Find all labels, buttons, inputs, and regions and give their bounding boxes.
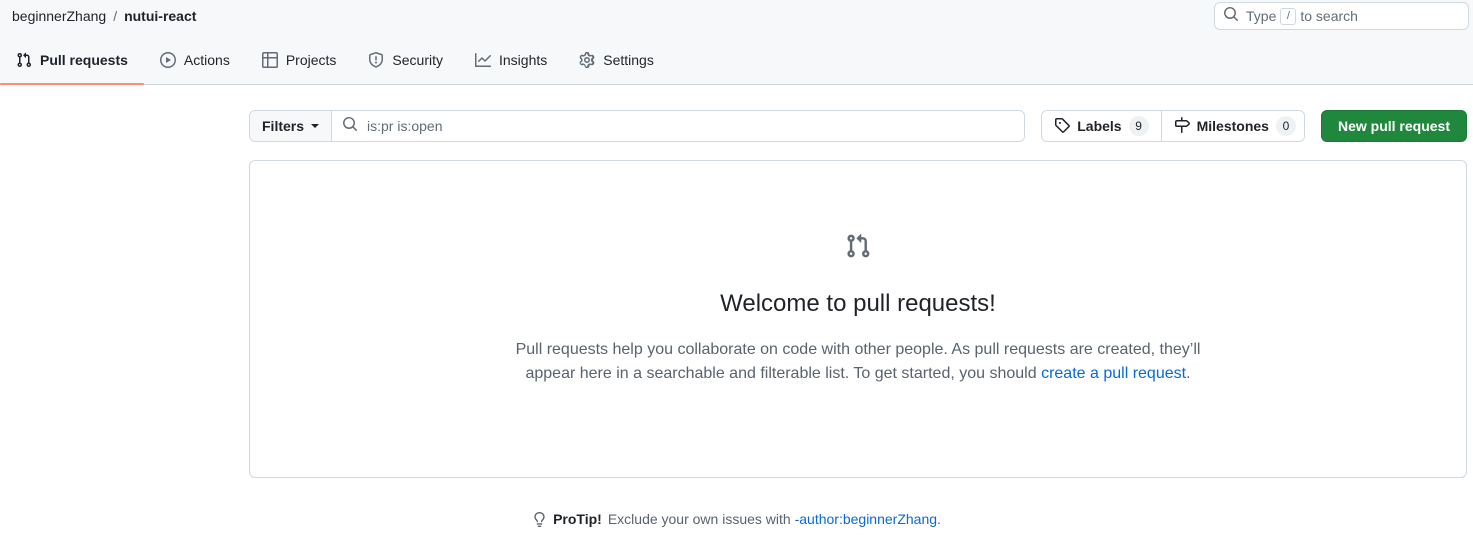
- tab-projects[interactable]: Projects: [246, 44, 353, 76]
- graph-icon: [475, 52, 491, 68]
- new-pull-request-label: New pull request: [1337, 118, 1450, 134]
- labels-label: Labels: [1077, 118, 1122, 134]
- shield-icon: [368, 52, 384, 68]
- protip: ProTip! Exclude your own issues with -au…: [0, 511, 1473, 527]
- tab-label-pull-requests: Pull requests: [40, 52, 128, 68]
- filters-label: Filters: [262, 118, 305, 134]
- empty-state-body-period: .: [1186, 365, 1191, 382]
- protip-text: Exclude your own issues with -author:beg…: [608, 511, 941, 527]
- tab-security[interactable]: Security: [352, 44, 459, 76]
- search-placeholder-prefix: Type: [1246, 8, 1277, 24]
- tab-insights[interactable]: Insights: [459, 44, 563, 76]
- chevron-down-icon: [311, 124, 320, 128]
- milestones-label: Milestones: [1196, 118, 1269, 134]
- table-icon: [261, 52, 278, 68]
- repo-header: beginnerZhang / nutui-react Type / to se…: [0, 0, 1473, 85]
- search-placeholder-suffix: to search: [1300, 8, 1358, 24]
- issue-search-input[interactable]: is:pr is:open: [332, 111, 1025, 141]
- repo-nav: Pull requests Actions Projects Security …: [0, 44, 670, 85]
- tab-label-actions: Actions: [183, 52, 230, 68]
- lightbulb-icon: [532, 511, 547, 527]
- breadcrumb-owner[interactable]: beginnerZhang: [12, 5, 106, 27]
- tab-label-settings: Settings: [603, 52, 654, 68]
- milestone-icon: [1174, 116, 1190, 136]
- git-pull-request-icon: [16, 52, 32, 68]
- tab-settings[interactable]: Settings: [563, 44, 670, 76]
- protip-label: ProTip!: [553, 511, 602, 527]
- milestones-button[interactable]: Milestones 0: [1160, 111, 1304, 141]
- breadcrumb-separator: /: [113, 8, 118, 24]
- tab-actions[interactable]: Actions: [144, 44, 246, 76]
- tab-pull-requests[interactable]: Pull requests: [0, 44, 144, 85]
- labels-count: 9: [1128, 116, 1149, 136]
- search-group: Filters is:pr is:open: [249, 110, 1026, 142]
- search-slash-key: /: [1280, 7, 1297, 25]
- tab-label-projects: Projects: [285, 52, 337, 68]
- create-a-pull-request-link[interactable]: create a pull request: [1041, 365, 1186, 382]
- breadcrumb: beginnerZhang / nutui-react: [12, 5, 196, 27]
- protip-suffix: .: [937, 511, 941, 527]
- tab-label-insights: Insights: [499, 52, 548, 68]
- play-circle-icon: [159, 52, 176, 68]
- new-pull-request-button[interactable]: New pull request: [1320, 110, 1467, 142]
- gear-icon: [579, 52, 595, 68]
- empty-state-title: Welcome to pull requests!: [720, 290, 996, 317]
- git-pull-request-icon: [845, 233, 871, 264]
- search-icon: [342, 116, 358, 137]
- protip-text-body: Exclude your own issues with: [607, 511, 795, 527]
- global-search-input[interactable]: Type / to search: [1214, 2, 1469, 30]
- filters-dropdown-button[interactable]: Filters: [250, 111, 333, 141]
- tag-icon: [1054, 117, 1071, 136]
- search-icon: [1223, 6, 1239, 27]
- filter-bar: Filters is:pr is:open Labels 9 Milestone…: [249, 110, 1467, 142]
- protip-filter-link[interactable]: -author:beginnerZhang: [795, 511, 937, 527]
- global-search-placeholder: Type / to search: [1246, 7, 1358, 25]
- labels-button[interactable]: Labels 9: [1042, 111, 1161, 141]
- empty-state-body: Pull requests help you collaborate on co…: [508, 338, 1208, 386]
- milestones-count: 0: [1275, 116, 1296, 136]
- issue-search-value: is:pr is:open: [367, 118, 443, 134]
- labels-milestones-group: Labels 9 Milestones 0: [1041, 110, 1305, 142]
- pull-requests-empty-state: Welcome to pull requests! Pull requests …: [249, 160, 1467, 478]
- tab-label-security: Security: [392, 52, 443, 68]
- breadcrumb-repo[interactable]: nutui-react: [124, 5, 196, 27]
